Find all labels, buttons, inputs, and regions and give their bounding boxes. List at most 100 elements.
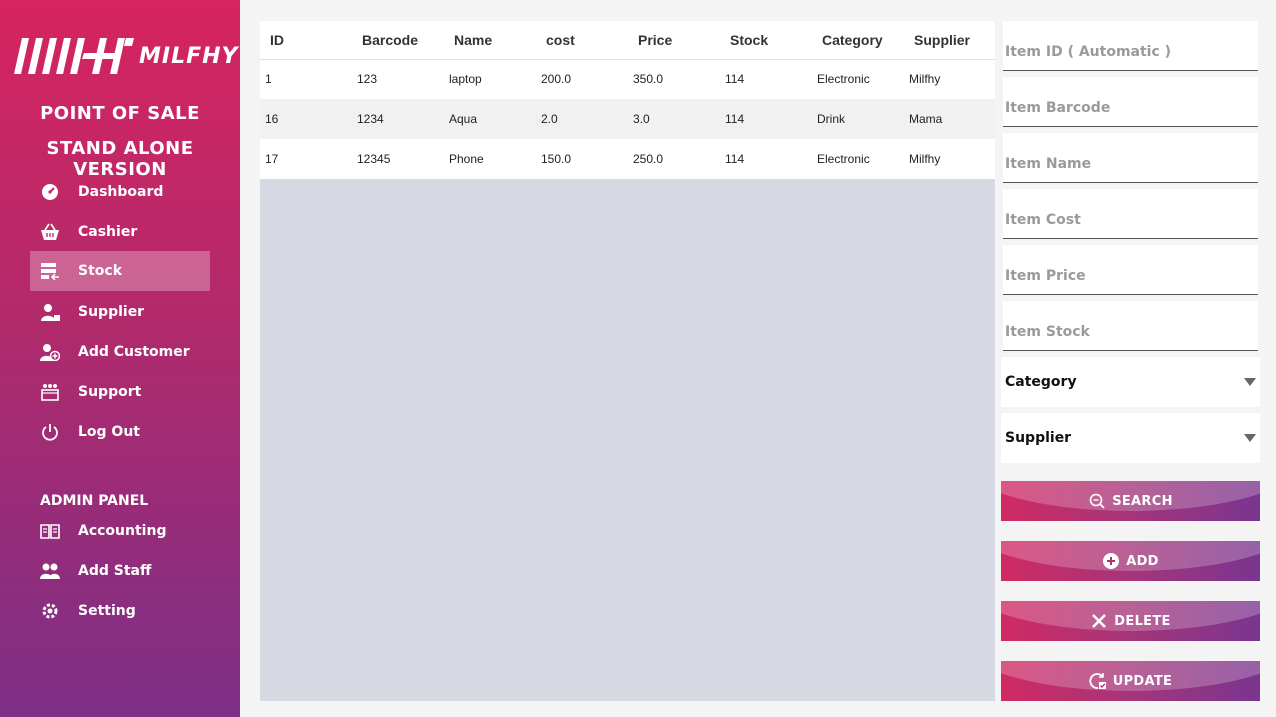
admin-panel-label: ADMIN PANEL — [40, 493, 149, 509]
nav-label: Dashboard — [78, 184, 164, 200]
cell-price: 3.0 — [628, 99, 720, 139]
column-header-id[interactable]: ID — [260, 21, 352, 60]
nav-item-log-out[interactable]: Log Out — [30, 412, 210, 452]
cell-category: Electronic — [812, 139, 904, 179]
column-header-supplier[interactable]: Supplier — [904, 21, 995, 60]
category-select[interactable]: Category — [1001, 357, 1260, 407]
cell-cost: 200.0 — [536, 59, 628, 99]
update-icon — [1089, 672, 1107, 690]
basket-icon — [39, 221, 61, 243]
nav-item-setting[interactable]: Setting — [30, 591, 210, 631]
supplier-icon — [39, 301, 61, 323]
cell-category: Electronic — [812, 59, 904, 99]
nav-item-support[interactable]: Support — [30, 372, 210, 412]
nav-label: Setting — [78, 603, 136, 619]
nav-item-supplier[interactable]: Supplier — [30, 292, 210, 332]
add-button-label: ADD — [1126, 553, 1159, 569]
nav-label: Cashier — [78, 224, 138, 240]
plus-circle-icon — [1102, 552, 1120, 570]
nav-label: Stock — [78, 263, 123, 279]
nav-item-accounting[interactable]: Accounting — [30, 511, 210, 551]
cell-barcode: 12345 — [352, 139, 444, 179]
cell-barcode: 1234 — [352, 99, 444, 139]
cell-name: Phone — [444, 139, 536, 179]
stock-table-panel: ID Barcode Name cost Price Stock Categor… — [260, 21, 995, 701]
table-row[interactable]: 16 1234 Aqua 2.0 3.0 114 Drink Mama — [260, 99, 995, 139]
support-icon — [39, 381, 61, 403]
nav-label: Add Customer — [78, 344, 190, 360]
cell-barcode: 123 — [352, 59, 444, 99]
search-button[interactable]: SEARCH — [1001, 481, 1260, 521]
nav-item-cashier[interactable]: Cashier — [30, 212, 210, 252]
item-id-input[interactable] — [1003, 21, 1258, 70]
item-price-input[interactable] — [1003, 245, 1258, 294]
cell-supplier: Milfhy — [904, 139, 995, 179]
cell-price: 250.0 — [628, 139, 720, 179]
supplier-select-label: Supplier — [1005, 430, 1072, 446]
search-icon — [1088, 492, 1106, 510]
nav-item-add-customer[interactable]: Add Customer — [30, 332, 210, 372]
update-button-label: UPDATE — [1112, 673, 1173, 689]
add-button[interactable]: ADD — [1001, 541, 1260, 581]
column-header-cost[interactable]: cost — [536, 21, 628, 60]
nav-label: Supplier — [78, 304, 145, 320]
sidebar: MILFHY POINT OF SALE STAND ALONE VERSION… — [0, 0, 240, 717]
cell-name: laptop — [444, 59, 536, 99]
cell-id: 1 — [260, 59, 352, 99]
item-name-field-wrap — [1003, 133, 1258, 183]
column-header-category[interactable]: Category — [812, 21, 904, 60]
cell-id: 16 — [260, 99, 352, 139]
app-title-line1: POINT OF SALE — [40, 103, 200, 124]
column-header-stock[interactable]: Stock — [720, 21, 812, 60]
cell-cost: 2.0 — [536, 99, 628, 139]
item-price-field-wrap — [1003, 245, 1258, 295]
cell-name: Aqua — [444, 99, 536, 139]
staff-icon — [39, 560, 61, 582]
nav-label: Log Out — [78, 424, 140, 440]
item-cost-input[interactable] — [1003, 189, 1258, 238]
dashboard-icon — [39, 181, 61, 203]
chevron-down-icon — [1244, 378, 1256, 386]
cell-category: Drink — [812, 99, 904, 139]
table-row[interactable]: 17 12345 Phone 150.0 250.0 114 Electroni… — [260, 139, 995, 179]
brand-name: MILFHY — [139, 44, 239, 69]
nav-item-dashboard[interactable]: Dashboard — [30, 172, 210, 212]
milfhy-logo-mark — [14, 38, 134, 74]
delete-button[interactable]: DELETE — [1001, 601, 1260, 641]
gear-icon — [39, 600, 61, 622]
nav-label: Support — [78, 384, 142, 400]
column-header-barcode[interactable]: Barcode — [352, 21, 444, 60]
table-header-row: ID Barcode Name cost Price Stock Categor… — [260, 21, 995, 60]
item-barcode-field-wrap — [1003, 77, 1258, 127]
nav-item-stock[interactable]: Stock — [30, 251, 210, 291]
item-name-input[interactable] — [1003, 133, 1258, 182]
cell-stock: 114 — [720, 139, 812, 179]
cell-cost: 150.0 — [536, 139, 628, 179]
category-select-label: Category — [1005, 374, 1077, 390]
delete-button-label: DELETE — [1114, 613, 1171, 629]
table-row[interactable]: 1 123 laptop 200.0 350.0 114 Electronic … — [260, 59, 995, 99]
cell-price: 350.0 — [628, 59, 720, 99]
nav-item-add-staff[interactable]: Add Staff — [30, 551, 210, 591]
update-button[interactable]: UPDATE — [1001, 661, 1260, 701]
supplier-select[interactable]: Supplier — [1001, 413, 1260, 463]
item-barcode-input[interactable] — [1003, 77, 1258, 126]
item-stock-field-wrap — [1003, 301, 1258, 351]
stock-table: ID Barcode Name cost Price Stock Categor… — [260, 21, 995, 179]
item-stock-input[interactable] — [1003, 301, 1258, 350]
close-icon — [1090, 612, 1108, 630]
cell-id: 17 — [260, 139, 352, 179]
stock-icon — [39, 260, 61, 282]
cell-supplier: Mama — [904, 99, 995, 139]
chevron-down-icon — [1244, 434, 1256, 442]
item-id-field-wrap — [1003, 21, 1258, 71]
book-icon — [39, 520, 61, 542]
column-header-price[interactable]: Price — [628, 21, 720, 60]
cell-stock: 114 — [720, 59, 812, 99]
nav-label: Accounting — [78, 523, 167, 539]
nav-label: Add Staff — [78, 563, 152, 579]
column-header-name[interactable]: Name — [444, 21, 536, 60]
logo: MILFHY — [14, 34, 237, 78]
power-icon — [39, 421, 61, 443]
search-button-label: SEARCH — [1112, 493, 1173, 509]
